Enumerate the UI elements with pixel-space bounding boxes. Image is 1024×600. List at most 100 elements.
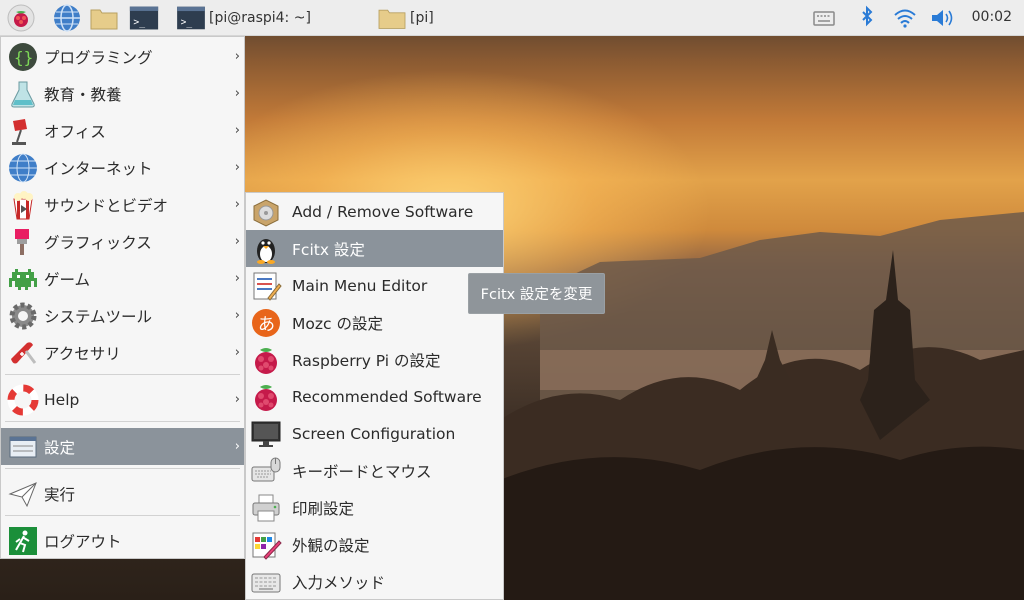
menu-item-help[interactable]: Help ›: [1, 381, 244, 418]
office-lamp-icon: [12, 118, 27, 145]
settings-submenu: Add / Remove Software Fcitx 設定 Main Menu…: [245, 192, 504, 600]
svg-text:{}: {}: [14, 48, 33, 67]
menu-item-label: ログアウト: [44, 532, 122, 551]
input-keyboard-icon: [251, 573, 281, 592]
submenu-item-raspberry-pi-config[interactable]: Raspberry Pi の設定: [246, 341, 503, 378]
raspberry-icon: [255, 347, 277, 374]
menu-item-programming[interactable]: {} プログラミング ›: [1, 38, 244, 75]
menu-separator: [5, 374, 240, 375]
menu-item-label: Help: [44, 390, 80, 409]
menu-editor-icon: [253, 272, 282, 301]
taskbar-folder-window[interactable]: [pi]: [376, 3, 434, 33]
menu-item-label: グラフィックス: [44, 233, 152, 252]
paper-plane-icon: [8, 481, 37, 507]
menu-item-label: オフィス: [44, 122, 106, 141]
menu-item-graphics[interactable]: グラフィックス ›: [1, 223, 244, 260]
chevron-right-icon: ›: [234, 308, 240, 323]
chevron-right-icon: ›: [234, 234, 240, 249]
file-manager-icon[interactable]: [89, 3, 119, 33]
taskbar-terminal-label: [pi@raspi4: ~]: [209, 10, 311, 26]
menu-item-run[interactable]: 実行: [1, 475, 244, 512]
package-box-icon: [253, 198, 279, 227]
submenu-item-label: Fcitx 設定: [292, 240, 365, 259]
keyboard-mouse-icon: [251, 457, 281, 481]
chevron-right-icon: ›: [234, 49, 240, 64]
submenu-item-label: 印刷設定: [292, 499, 355, 518]
submenu-item-label: Mozc の設定: [292, 314, 383, 333]
terminal-launcher-icon[interactable]: >_: [129, 3, 159, 33]
menu-item-label: 実行: [44, 485, 76, 504]
monitor-icon: [251, 421, 281, 447]
submenu-item-label: Recommended Software: [292, 387, 482, 406]
menu-item-games[interactable]: ゲーム ›: [1, 260, 244, 297]
submenu-item-recommended-software[interactable]: Recommended Software: [246, 378, 503, 415]
submenu-item-mozc-settings[interactable]: あ Mozc の設定: [246, 304, 503, 341]
submenu-item-label: Raspberry Pi の設定: [292, 351, 441, 370]
taskbar-folder-label: [pi]: [410, 10, 434, 26]
submenu-item-appearance-settings[interactable]: 外観の設定: [246, 526, 503, 563]
submenu-item-label: 入力メソッド: [292, 573, 386, 592]
wifi-icon[interactable]: [893, 3, 917, 33]
education-flask-icon: [11, 81, 35, 107]
keyboard-tray-icon[interactable]: [812, 3, 836, 33]
chevron-right-icon: ›: [234, 345, 240, 360]
web-browser-icon[interactable]: [52, 3, 82, 33]
submenu-item-label: Screen Configuration: [292, 424, 456, 443]
bluetooth-icon[interactable]: [857, 3, 877, 33]
submenu-item-label: Main Menu Editor: [292, 276, 428, 295]
menu-item-settings[interactable]: 設定 ›: [1, 428, 244, 465]
tooltip: Fcitx 設定を変更: [468, 273, 605, 314]
mozc-hiragana-icon: あ: [252, 308, 280, 337]
submenu-item-screen-configuration[interactable]: Screen Configuration: [246, 415, 503, 452]
menu-item-label: インターネット: [44, 159, 153, 178]
printer-icon: [252, 494, 280, 521]
chevron-right-icon: ›: [234, 392, 240, 407]
menu-item-label: 設定: [44, 438, 76, 457]
menu-item-label: プログラミング: [44, 48, 153, 67]
submenu-item-label: 外観の設定: [292, 536, 370, 555]
taskbar-terminal-window[interactable]: >_ [pi@raspi4: ~]: [175, 3, 311, 33]
raspberry-icon: [255, 384, 277, 411]
svg-text:>_: >_: [181, 17, 193, 28]
gear-icon: [9, 302, 37, 329]
lifebuoy-icon: [7, 384, 39, 415]
submenu-item-label: キーボードとマウス: [292, 462, 432, 481]
submenu-item-fcitx-settings[interactable]: Fcitx 設定: [246, 230, 503, 267]
menu-item-sound-video[interactable]: サウンドとビデオ ›: [1, 186, 244, 223]
menu-separator: [5, 468, 240, 469]
globe-icon: [9, 153, 37, 182]
svg-text:>_: >_: [133, 17, 145, 28]
menu-item-system-tools[interactable]: システムツール ›: [1, 297, 244, 334]
menu-item-internet[interactable]: インターネット ›: [1, 149, 244, 186]
programming-icon: {}: [9, 42, 37, 71]
menu-item-education[interactable]: 教育・教養 ›: [1, 75, 244, 112]
popcorn-icon: [13, 190, 33, 219]
menu-item-label: システムツール: [44, 307, 153, 326]
submenu-item-keyboard-mouse[interactable]: キーボードとマウス: [246, 452, 503, 489]
volume-icon[interactable]: [929, 3, 957, 33]
space-invader-icon: [9, 268, 37, 290]
settings-window-icon: [9, 436, 37, 457]
chevron-right-icon: ›: [234, 271, 240, 286]
chevron-right-icon: ›: [234, 86, 240, 101]
menu-item-office[interactable]: オフィス ›: [1, 112, 244, 149]
menu-separator: [5, 515, 240, 516]
menu-item-label: 教育・教養: [44, 85, 122, 104]
submenu-item-label: Add / Remove Software: [292, 202, 474, 221]
clock[interactable]: 00:02: [972, 9, 1012, 25]
chevron-right-icon: ›: [234, 160, 240, 175]
chevron-right-icon: ›: [234, 123, 240, 138]
raspberry-menu-icon[interactable]: [6, 3, 36, 33]
chevron-right-icon: ›: [234, 439, 240, 454]
menu-item-logout[interactable]: ログアウト: [1, 522, 244, 559]
submenu-item-print-settings[interactable]: 印刷設定: [246, 489, 503, 526]
svg-text:あ: あ: [258, 315, 275, 335]
menu-item-label: ゲーム: [44, 270, 91, 289]
menu-item-accessories[interactable]: アクセサリ ›: [1, 334, 244, 371]
submenu-item-add-remove-software[interactable]: Add / Remove Software: [246, 193, 503, 230]
menu-item-label: アクセサリ: [44, 344, 121, 363]
chevron-right-icon: ›: [234, 197, 240, 212]
submenu-item-main-menu-editor[interactable]: Main Menu Editor: [246, 267, 503, 304]
submenu-item-input-method[interactable]: 入力メソッド: [246, 563, 503, 600]
exit-running-man-icon: [9, 526, 37, 555]
